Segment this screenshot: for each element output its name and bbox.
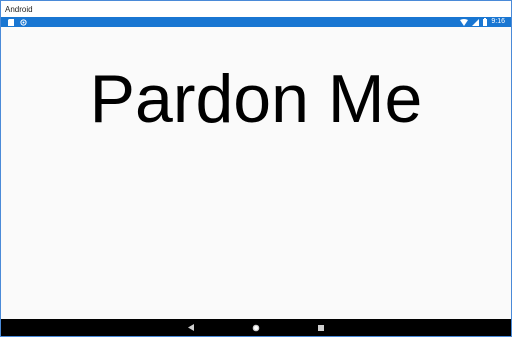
emulator-window: Android 9:16 Pardon Me: [0, 0, 512, 337]
sd-card-icon: [8, 17, 14, 27]
pardon-message: Pardon Me: [1, 63, 511, 135]
status-left-icons: [8, 17, 27, 27]
back-icon[interactable]: [181, 319, 201, 336]
window-title: Android: [5, 4, 33, 14]
android-nav-bar: [1, 319, 511, 336]
recents-icon[interactable]: [311, 319, 331, 336]
battery-icon: [483, 17, 488, 27]
status-right-icons: 9:16: [460, 17, 505, 27]
status-time: 9:16: [491, 18, 505, 25]
android-status-bar: 9:16: [1, 17, 511, 27]
home-icon[interactable]: [246, 319, 266, 336]
app-content: Pardon Me: [1, 27, 511, 319]
sync-icon: [20, 17, 27, 27]
wifi-icon: [460, 17, 469, 27]
signal-icon: [472, 17, 480, 27]
message-text: Pardon Me: [89, 61, 423, 137]
window-title-bar: Android: [1, 1, 511, 17]
